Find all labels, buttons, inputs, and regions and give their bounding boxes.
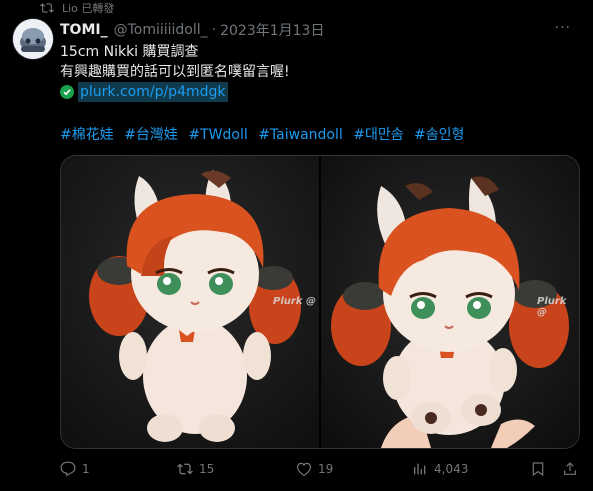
reply-count: 1 xyxy=(82,462,90,476)
share-button[interactable] xyxy=(562,461,578,477)
retweet-text: Lio 已轉發 xyxy=(62,2,115,15)
author-name[interactable]: TOMI_ xyxy=(60,22,108,38)
photo-watermark: Plurk @ xyxy=(537,296,567,318)
hashtag[interactable]: #TWdoll xyxy=(188,127,247,143)
bookmark-icon xyxy=(532,462,544,477)
more-options-button[interactable]: ··· xyxy=(555,20,571,36)
tweet-text: 15cm Nikki 購買調查 有興趣購買的話可以到匿名噗留言喔! plurk.… xyxy=(60,42,580,102)
reply-icon xyxy=(60,461,76,477)
tweet-header: TOMI_ @Tomiiiiidoll_ · 2023年1月13日 ··· xyxy=(60,20,581,40)
views-count: 4,043 xyxy=(434,462,469,476)
retweet-button[interactable]: 15 xyxy=(177,461,214,477)
hashtag[interactable]: #台灣娃 xyxy=(124,127,178,143)
tweet-date[interactable]: 2023年1月13日 xyxy=(220,20,324,40)
like-icon xyxy=(296,462,312,477)
share-icon xyxy=(564,462,576,475)
hashtag[interactable]: #棉花娃 xyxy=(60,127,114,143)
hashtag[interactable]: #Taiwandoll xyxy=(258,127,343,143)
media-grid: Plurk @ Plurk @ xyxy=(60,155,580,449)
author-handle[interactable]: @Tomiiiiidoll_ xyxy=(114,22,208,38)
photo-doll-held[interactable]: Plurk @ xyxy=(321,156,579,448)
like-button[interactable]: 19 xyxy=(296,461,333,477)
retweet-context[interactable]: Lio 已轉發 xyxy=(40,0,114,16)
photo-doll-front[interactable]: Plurk @ xyxy=(61,156,319,448)
verified-link-icon xyxy=(60,85,74,99)
tweet-line-1: 15cm Nikki 購買調查 xyxy=(60,44,199,60)
views-button[interactable]: 4,043 xyxy=(412,461,468,477)
tweet-link[interactable]: plurk.com/p/p4mdgk xyxy=(78,82,228,102)
retweet-icon xyxy=(177,463,193,475)
hashtag[interactable]: #솜인형 xyxy=(414,127,464,143)
retweet-icon xyxy=(40,3,54,13)
avatar[interactable] xyxy=(12,18,54,60)
tweet-actions: 1 15 19 4,043 xyxy=(60,458,580,480)
views-icon xyxy=(414,463,426,475)
retweet-count: 15 xyxy=(199,462,215,476)
link-row: plurk.com/p/p4mdgk xyxy=(60,82,580,102)
bookmark-button[interactable] xyxy=(530,461,546,477)
separator-dot: · xyxy=(211,22,217,38)
tweet-line-2: 有興趣購買的話可以到匿名噗留言喔! xyxy=(60,64,290,80)
hashtag-list: #棉花娃 #台灣娃 #TWdoll #Taiwandoll #대만솜 #솜인형 xyxy=(60,124,580,144)
reply-button[interactable]: 1 xyxy=(60,461,90,477)
hashtag[interactable]: #대만솜 xyxy=(353,127,403,143)
like-count: 19 xyxy=(318,462,334,476)
photo-watermark: Plurk @ xyxy=(273,296,316,307)
